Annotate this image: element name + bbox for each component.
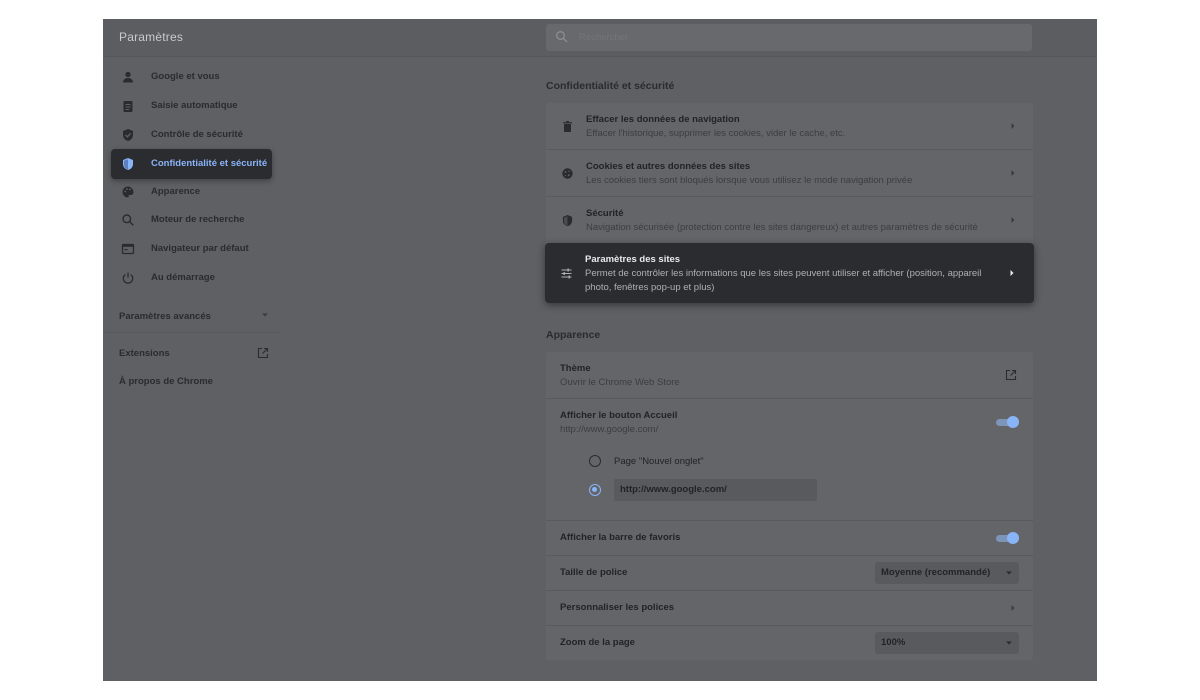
sidebar-item-confidentialite[interactable]: Confidentialité et sécurité	[111, 149, 272, 179]
sidebar-item-label: Navigateur par défaut	[151, 243, 249, 254]
theme-title: Thème	[560, 363, 591, 374]
home-button-row[interactable]: Afficher le bouton Accueil http://www.go…	[546, 399, 1033, 445]
home-button-toggle[interactable]	[996, 416, 1019, 428]
extensions-link[interactable]: Extensions	[119, 348, 170, 359]
sidebar-item-au-demarrage[interactable]: Au démarrage	[111, 263, 272, 293]
row-title: Sécurité	[586, 208, 624, 219]
font-size-title: Taille de police	[560, 567, 628, 578]
top-bar: Paramètres	[103, 19, 1097, 57]
row-subtitle: Effacer l'historique, supprimer les cook…	[586, 128, 846, 139]
person-icon	[123, 71, 133, 83]
toggle-knob	[1007, 532, 1019, 544]
sidebar-item-label: Contrôle de sécurité	[151, 129, 243, 140]
cookies-row[interactable]: Cookies et autres données des sites Les …	[546, 150, 1033, 196]
clipboard-icon	[123, 101, 133, 112]
font-size-row: Taille de police Moyenne (recommandé)	[546, 556, 1033, 590]
cookie-icon	[562, 168, 573, 179]
privacy-card: Effacer les données de navigation Efface…	[546, 103, 1033, 261]
theme-subtitle: Ouvrir le Chrome Web Store	[560, 377, 680, 388]
sidebar-item-label: Confidentialité et sécurité	[151, 158, 268, 169]
row-subtitle: Navigation sécurisée (protection contre …	[586, 222, 978, 233]
toggle-knob	[1007, 416, 1019, 428]
shield-icon	[562, 215, 573, 227]
sidebar-item-label: Apparence	[151, 186, 201, 197]
radio-new-tab[interactable]	[589, 455, 601, 467]
row-title: Paramètres des sites	[585, 254, 681, 265]
radio-custom-url[interactable]	[589, 484, 601, 496]
home-button-title: Afficher le bouton Accueil	[560, 410, 678, 421]
font-size-select[interactable]: Moyenne (recommandé)	[875, 562, 1019, 584]
page-zoom-value: 100%	[881, 637, 906, 648]
chevron-down-icon	[1006, 641, 1012, 645]
home-url-field[interactable]: http://www.google.com/	[614, 479, 817, 501]
sidebar-item-label: Saisie automatique	[151, 100, 238, 111]
sidebar-item-controle-securite[interactable]: Contrôle de sécurité	[111, 120, 272, 150]
search-box[interactable]	[546, 24, 1032, 51]
open-in-new-icon[interactable]	[257, 347, 269, 359]
bookmarks-bar-title: Afficher la barre de favoris	[560, 532, 681, 543]
customize-fonts-row[interactable]: Personnaliser les polices	[546, 591, 1033, 625]
chevron-right-icon	[1011, 170, 1015, 176]
search-input[interactable]	[579, 24, 1019, 51]
sidebar-item-label: Au démarrage	[151, 272, 215, 283]
sidebar-divider	[103, 332, 281, 333]
page-zoom-select[interactable]: 100%	[875, 632, 1019, 654]
sidebar-item-saisie-automatique[interactable]: Saisie automatique	[111, 91, 272, 121]
search-icon	[122, 214, 134, 226]
sidebar-item-navigateur-defaut[interactable]: Navigateur par défaut	[111, 234, 272, 264]
palette-icon	[122, 186, 134, 198]
bookmarks-bar-toggle[interactable]	[996, 532, 1019, 544]
row-subtitle-continued: photo, fenêtres pop-up et plus)	[585, 282, 715, 293]
home-url-value: http://www.google.com/	[620, 484, 727, 495]
browser-icon	[121, 243, 135, 255]
chevron-right-icon	[1011, 123, 1015, 129]
radio-new-tab-label: Page "Nouvel onglet"	[614, 456, 704, 467]
page-zoom-title: Zoom de la page	[560, 637, 635, 648]
chevron-down-icon	[262, 313, 268, 317]
chevron-right-icon	[1011, 605, 1015, 611]
advanced-settings-label: Paramètres avancés	[119, 311, 211, 322]
power-icon	[122, 272, 134, 284]
page-zoom-row: Zoom de la page 100%	[546, 626, 1033, 660]
customize-fonts-title: Personnaliser les polices	[560, 602, 675, 613]
site-settings-row[interactable]: Paramètres des sites Permet de contrôler…	[545, 243, 1034, 303]
font-size-value: Moyenne (recommandé)	[881, 567, 991, 578]
home-button-subtitle: http://www.google.com/	[560, 424, 659, 435]
chevron-right-icon	[1011, 217, 1015, 223]
sidebar-item-label: Google et vous	[151, 71, 220, 82]
appearance-section-title: Apparence	[546, 329, 601, 341]
search-icon	[556, 31, 568, 43]
row-subtitle: Les cookies tiers sont bloqués lorsque v…	[586, 175, 913, 186]
row-title: Effacer les données de navigation	[586, 114, 740, 125]
bookmarks-bar-row[interactable]: Afficher la barre de favoris	[546, 521, 1033, 555]
chevron-down-icon	[1006, 571, 1012, 575]
settings-window: Paramètres Google et vous Saisie automat…	[103, 19, 1097, 681]
shield-icon	[123, 158, 133, 170]
sidebar-item-label: Moteur de recherche	[151, 214, 245, 225]
theme-row[interactable]: Thème Ouvrir le Chrome Web Store	[546, 352, 1033, 398]
sliders-icon	[561, 268, 572, 279]
clear-browsing-data-row[interactable]: Effacer les données de navigation Efface…	[546, 103, 1033, 149]
privacy-section-title: Confidentialité et sécurité	[546, 80, 675, 92]
row-subtitle: Permet de contrôler les informations que…	[585, 268, 982, 279]
sidebar-item-google-et-vous[interactable]: Google et vous	[111, 62, 272, 92]
about-chrome-link[interactable]: À propos de Chrome	[119, 376, 213, 387]
open-in-new-icon[interactable]	[1005, 369, 1017, 381]
trash-icon	[563, 121, 572, 132]
row-title: Cookies et autres données des sites	[586, 161, 751, 172]
sidebar-item-moteur-recherche[interactable]: Moteur de recherche	[111, 205, 272, 235]
sidebar-item-apparence[interactable]: Apparence	[111, 177, 272, 207]
shield-check-icon	[123, 129, 133, 141]
security-row[interactable]: Sécurité Navigation sécurisée (protectio…	[546, 197, 1033, 243]
advanced-settings-toggle[interactable]: Paramètres avancés	[119, 306, 269, 324]
chevron-right-icon	[1010, 270, 1014, 276]
appearance-card: Thème Ouvrir le Chrome Web Store Affiche…	[546, 352, 1033, 660]
page-title: Paramètres	[119, 30, 184, 44]
